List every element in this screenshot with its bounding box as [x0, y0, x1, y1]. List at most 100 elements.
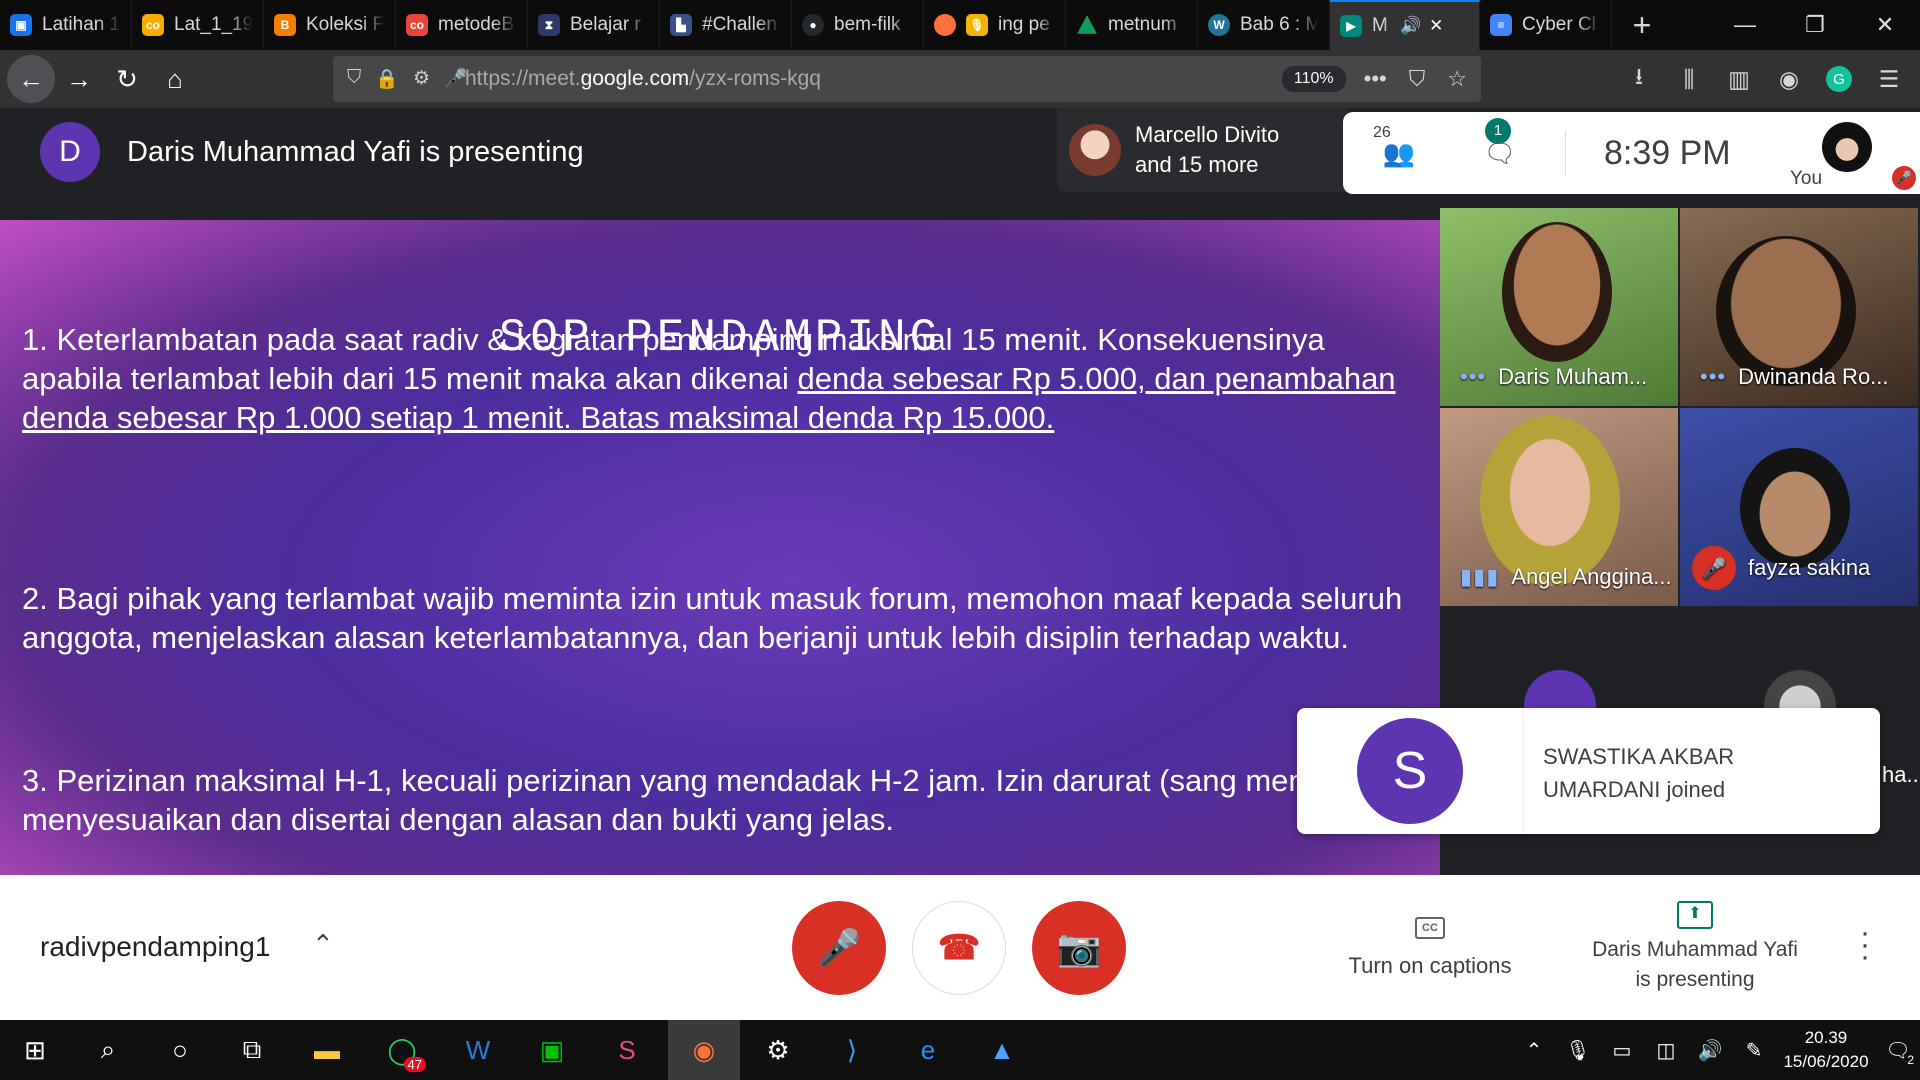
active-speaker-card[interactable]: Marcello Divito and 15 more: [1057, 108, 1347, 192]
menu-icon[interactable]: ☰: [1868, 66, 1910, 93]
tab-google-meet[interactable]: ▶ M 🔊 ✕: [1330, 0, 1480, 50]
tab-title: metodeB: [438, 14, 515, 35]
cortana-icon[interactable]: ○: [150, 1020, 210, 1080]
taskbar-clock[interactable]: 20.39 15/06/2020: [1776, 1026, 1876, 1074]
network-icon[interactable]: ◫: [1644, 1038, 1688, 1063]
tab-metode[interactable]: co metodeB: [396, 0, 528, 50]
firefox-favicon-icon: [934, 14, 956, 36]
tab-title: Latihan 1: [42, 14, 121, 35]
zoom-level-button[interactable]: 110%: [1281, 66, 1346, 92]
challenge-favicon-icon: ▙: [670, 14, 692, 36]
chevron-up-icon[interactable]: ⌃: [1512, 1038, 1556, 1063]
meet-header: D Daris Muhammad Yafi is presenting Marc…: [0, 108, 1920, 220]
downloads-icon[interactable]: ⭳: [1618, 60, 1660, 99]
whatsapp-badge: 47: [403, 1057, 426, 1072]
chat-badge: 1: [1485, 117, 1511, 144]
edge-icon[interactable]: e: [898, 1020, 958, 1080]
photos-icon[interactable]: ▲: [972, 1020, 1032, 1080]
notifications-icon[interactable]: 🗨 2: [1876, 1038, 1920, 1067]
shield-icon[interactable]: ⛉: [347, 67, 361, 91]
present-label-line-1: Daris Muhammad Yafi: [1592, 938, 1798, 961]
vscode-icon[interactable]: ⟩: [822, 1020, 882, 1080]
participant-name: Daris Muham...: [1498, 364, 1648, 389]
muted-microphone-icon: 🎤: [1692, 546, 1736, 590]
tab-belajar[interactable]: ⧗ Belajar r: [528, 0, 660, 50]
address-bar[interactable]: ⛉ 🔒 ⚙ 🎤 https://meet.google.com/yzx-roms…: [333, 56, 1481, 102]
docs-favicon-icon: ≡: [1490, 14, 1512, 36]
speaking-dots-icon: •••: [1700, 364, 1727, 389]
search-icon[interactable]: ⌕: [78, 1020, 138, 1080]
chat-button[interactable]: 🗨 1: [1455, 117, 1545, 169]
tab-challenge[interactable]: ▙ #Challen: [660, 0, 792, 50]
home-button[interactable]: ⌂: [151, 55, 199, 103]
account-icon[interactable]: ◉: [1768, 66, 1810, 93]
self-view-tile[interactable]: You 🎤: [1780, 112, 1920, 194]
meeting-clock: 8:39 PM: [1604, 133, 1731, 172]
page-actions-icon[interactable]: •••: [1364, 66, 1387, 92]
file-explorer-icon[interactable]: ▬: [297, 1020, 357, 1080]
close-tab-icon[interactable]: ✕: [1429, 16, 1443, 36]
windows-start-icon[interactable]: ⊞: [5, 1020, 65, 1080]
forward-button[interactable]: →: [55, 55, 103, 103]
wps-writer-icon[interactable]: W: [448, 1020, 508, 1080]
camera-toggle-button[interactable]: 📷: [1032, 901, 1126, 995]
participant-tile[interactable]: ••• Daris Muham...: [1440, 208, 1678, 406]
reload-button[interactable]: ↻: [103, 55, 151, 103]
permissions-icon[interactable]: ⚙: [413, 67, 430, 91]
clock-date: 15/06/2020: [1783, 1052, 1869, 1071]
library-icon[interactable]: ⫼: [1668, 66, 1710, 93]
lock-icon[interactable]: 🔒: [375, 67, 399, 91]
volume-icon[interactable]: 🔊: [1688, 1038, 1732, 1063]
captions-icon: CC: [1415, 917, 1445, 939]
task-view-icon[interactable]: ⧉: [222, 1020, 282, 1080]
url-text[interactable]: https://meet.google.com/yzx-roms-kgq: [465, 67, 1282, 91]
new-tab-button[interactable]: +: [1612, 0, 1672, 50]
chevron-up-icon[interactable]: ⌃: [312, 929, 334, 960]
meeting-name[interactable]: radivpendamping1: [40, 931, 270, 963]
notification-count: 2: [1907, 1052, 1914, 1067]
people-button[interactable]: 👥 26: [1343, 124, 1455, 169]
tab-recording[interactable]: 🎙 ing pe: [924, 0, 1066, 50]
slack-icon[interactable]: S: [597, 1020, 657, 1080]
more-options-icon[interactable]: · · ·: [1860, 918, 1870, 972]
tab-cyber[interactable]: ≡ Cyber Cl: [1480, 0, 1612, 50]
tab-bab-6[interactable]: W Bab 6 : M: [1198, 0, 1330, 50]
whatsapp-icon[interactable]: ◯ 47: [372, 1020, 432, 1080]
joined-participant-avatar: S: [1357, 718, 1463, 824]
tab-bem-filkom[interactable]: ● bem-filk: [792, 0, 924, 50]
sidebar-icon[interactable]: ▥: [1718, 66, 1760, 93]
participant-video: [1480, 416, 1620, 586]
navigation-toolbar: ← → ↻ ⌂ ⛉ 🔒 ⚙ 🎤 https://meet.google.com/…: [0, 50, 1920, 108]
speaker-icon[interactable]: 🔊: [1400, 16, 1421, 36]
line-icon[interactable]: ▣: [522, 1020, 582, 1080]
tab-lat-1-19[interactable]: co Lat_1_19: [132, 0, 264, 50]
pocket-icon[interactable]: ⛉: [1409, 66, 1426, 92]
participant-tile[interactable]: ▮▮▮ Angel Anggina...: [1440, 408, 1678, 606]
colab-favicon-icon: co: [406, 14, 428, 36]
present-button[interactable]: ⬆ Daris Muhammad Yafi is presenting: [1570, 897, 1820, 995]
tab-title: metnum: [1108, 14, 1177, 35]
leave-call-button[interactable]: ☎: [912, 901, 1006, 995]
tab-latihan[interactable]: ▣ Latihan 1: [0, 0, 132, 50]
grammarly-icon[interactable]: G: [1826, 66, 1852, 92]
microphone-tray-icon[interactable]: 🎙: [1556, 1038, 1600, 1063]
captions-button[interactable]: CC Turn on captions: [1340, 911, 1520, 979]
restore-icon[interactable]: ❐: [1780, 0, 1850, 50]
settings-icon[interactable]: ⚙: [748, 1020, 808, 1080]
tab-koleksi[interactable]: B Koleksi F: [264, 0, 396, 50]
back-button[interactable]: ←: [7, 55, 55, 103]
battery-settings-icon[interactable]: ▭: [1600, 1038, 1644, 1063]
participant-tile[interactable]: 🎤 fayza sakina: [1680, 408, 1918, 606]
microphone-toggle-button[interactable]: 🎤: [792, 901, 886, 995]
tab-metnum[interactable]: metnum: [1066, 0, 1198, 50]
firefox-taskbar-icon[interactable]: ◉: [668, 1020, 740, 1080]
participant-video: [1502, 222, 1612, 362]
people-icon: 👥: [1382, 137, 1416, 168]
pen-icon[interactable]: ✎: [1732, 1038, 1776, 1063]
minimize-icon[interactable]: —: [1710, 0, 1780, 50]
bookmark-star-icon[interactable]: ☆: [1447, 66, 1467, 92]
self-label: You: [1790, 168, 1823, 189]
microphone-icon: 🎙: [966, 14, 988, 36]
close-window-icon[interactable]: ✕: [1850, 0, 1920, 50]
participant-tile[interactable]: ••• Dwinanda Ro...: [1680, 208, 1918, 406]
